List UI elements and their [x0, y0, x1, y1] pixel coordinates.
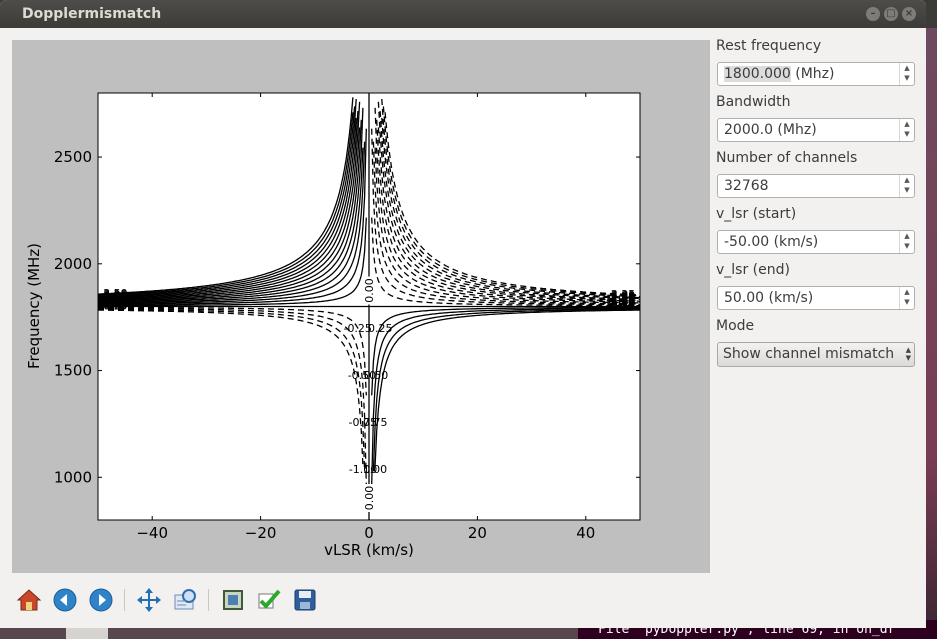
y-tick-label: 2000: [54, 255, 92, 273]
plot-canvas[interactable]: 0.25 0.50 0.75 1.00 1.25 1.50 1.75 2.00 2.25 2.50…: [12, 40, 710, 573]
combo-arrows-icon: ▲ ▼: [905, 346, 911, 362]
vlsr-end-spinbox[interactable]: 50.00 (km/s) ▲ ▼: [717, 286, 915, 310]
home-icon[interactable]: [16, 587, 42, 613]
forward-icon[interactable]: [88, 587, 114, 613]
contour-label-zero: 0.00: [363, 278, 376, 303]
window-title: Dopplermismatch: [22, 6, 162, 22]
x-tick-label: −20: [245, 524, 277, 542]
bandwidth-value: 2000.0 (Mhz): [724, 122, 817, 138]
vlsr-start-spinbox[interactable]: -50.00 (km/s) ▲ ▼: [717, 230, 915, 254]
contour-label: 3.50: [103, 287, 128, 300]
channels-label: Number of channels: [716, 150, 858, 166]
taskbar-strip: [0, 628, 578, 639]
x-tick-label: 40: [576, 524, 595, 542]
subplots-icon[interactable]: [220, 587, 246, 613]
x-axis-label: vLSR (km/s): [324, 541, 414, 559]
x-tick-label: −40: [136, 524, 168, 542]
channels-value: 32768: [724, 178, 769, 194]
y-tick-label: 1000: [54, 468, 92, 486]
rest-frequency-unit: (Mhz): [795, 66, 835, 82]
pan-icon[interactable]: [136, 587, 162, 613]
plot-toolbar: [10, 583, 330, 617]
x-tick-label: 20: [468, 524, 487, 542]
contour-chart: 0.250.500.751.001.251.501.752.002.252.50…: [25, 92, 641, 559]
bandwidth-label: Bandwidth: [716, 94, 791, 110]
contour-label: 0.25: [368, 322, 393, 335]
vlsr-end-value: 50.00 (km/s): [724, 290, 814, 306]
mode-label: Mode: [716, 318, 755, 334]
titlebar[interactable]: Dopplermismatch – □ ×: [0, 0, 926, 28]
vlsr-start-value: -50.00 (km/s): [724, 234, 819, 250]
toolbar-separator: [208, 589, 209, 611]
y-axis-label: Frequency (MHz): [25, 243, 43, 369]
desktop-background: [926, 28, 937, 639]
spin-arrows-icon[interactable]: ▲ ▼: [899, 175, 914, 197]
spin-arrows-icon[interactable]: ▲ ▼: [899, 119, 914, 141]
contour-label: 1.00: [363, 463, 388, 476]
toolbar-separator: [124, 589, 125, 611]
taskbar-tab[interactable]: [66, 628, 108, 639]
contour-label: 0.75: [363, 416, 388, 429]
rest-frequency-spinbox[interactable]: 1800.000 (Mhz) ▲ ▼: [717, 62, 915, 86]
rest-frequency-value: 1800.000: [724, 66, 791, 82]
contour-label-zero: 0.00: [363, 486, 376, 511]
spin-arrows-icon[interactable]: ▲ ▼: [899, 287, 914, 309]
close-icon[interactable]: ×: [902, 7, 916, 21]
minimize-icon[interactable]: –: [866, 7, 880, 21]
edit-icon[interactable]: [256, 587, 282, 613]
app-window: Dopplermismatch – □ × 0.25 0.50 0.75 1.00 1.…: [0, 0, 926, 628]
contour-label: -3.25: [607, 288, 635, 301]
save-icon[interactable]: [292, 587, 318, 613]
back-icon[interactable]: [52, 587, 78, 613]
vlsr-end-label: v_lsr (end): [716, 262, 790, 278]
channels-spinbox[interactable]: 32768 ▲ ▼: [717, 174, 915, 198]
zoom-icon[interactable]: [172, 587, 198, 613]
y-tick-label: 2500: [54, 148, 92, 166]
mode-value: Show channel mismatch: [723, 346, 895, 362]
spin-arrows-icon[interactable]: ▲ ▼: [899, 63, 914, 85]
rest-frequency-label: Rest frequency: [716, 38, 822, 54]
maximize-icon[interactable]: □: [884, 7, 898, 21]
mode-select[interactable]: Show channel mismatch ▲ ▼: [717, 342, 915, 367]
bandwidth-spinbox[interactable]: 2000.0 (Mhz) ▲ ▼: [717, 118, 915, 142]
y-tick-label: 1500: [54, 362, 92, 380]
vlsr-start-label: v_lsr (start): [716, 206, 797, 222]
spin-arrows-icon[interactable]: ▲ ▼: [899, 231, 914, 253]
x-tick-label: 0: [364, 524, 374, 542]
